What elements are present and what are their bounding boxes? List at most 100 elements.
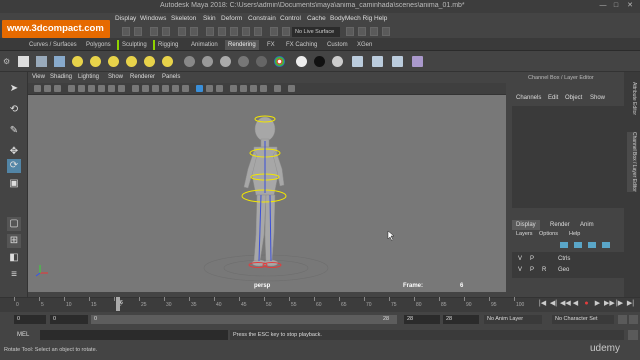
menu-control[interactable]: Control bbox=[280, 15, 301, 22]
cb-menu-show[interactable]: Show bbox=[590, 95, 605, 101]
tab-anim-layers[interactable]: Anim bbox=[576, 220, 598, 230]
go-to-start-icon[interactable]: |◀ bbox=[538, 299, 547, 308]
channel-box-area[interactable] bbox=[512, 106, 624, 208]
isolate-select-icon[interactable] bbox=[274, 85, 281, 92]
menu-constrain[interactable]: Constrain bbox=[248, 15, 276, 22]
select-mode-icon[interactable] bbox=[122, 27, 130, 36]
smooth-shade-icon[interactable] bbox=[142, 85, 149, 92]
command-input[interactable] bbox=[40, 330, 228, 340]
menu-skeleton[interactable]: Skeleton bbox=[171, 15, 196, 22]
new-layer-selected-icon[interactable] bbox=[602, 242, 610, 248]
layout-outliner-icon[interactable]: ◧ bbox=[7, 251, 21, 265]
step-forward-frame-icon[interactable]: ▶▶ bbox=[604, 299, 615, 308]
layer-row[interactable]: V P Ctrls bbox=[512, 254, 624, 265]
use-background-icon[interactable] bbox=[314, 56, 325, 67]
surface-shader-icon[interactable] bbox=[296, 56, 307, 67]
move-tool-icon[interactable]: ✥ bbox=[7, 145, 21, 159]
menu-deform[interactable]: Deform bbox=[221, 15, 242, 22]
panel-menu-view[interactable]: View bbox=[32, 74, 45, 80]
assign-favorite-icon[interactable] bbox=[372, 56, 383, 67]
tab-rigging[interactable]: Rigging bbox=[153, 40, 181, 50]
textured-icon[interactable] bbox=[162, 85, 169, 92]
layer-row[interactable]: V P R Geo bbox=[512, 265, 624, 276]
menu-cache[interactable]: Cache bbox=[307, 15, 326, 22]
wireframe-icon[interactable] bbox=[132, 85, 139, 92]
tab-channel-box[interactable]: Channel Box / Layer Editor bbox=[627, 132, 637, 192]
key-icon[interactable] bbox=[618, 315, 627, 324]
hypershade-shelf-icon[interactable] bbox=[392, 56, 403, 67]
scene-end-field[interactable]: 28 bbox=[443, 315, 479, 324]
hypershade-icon[interactable] bbox=[382, 27, 390, 36]
safe-action-icon[interactable] bbox=[118, 85, 125, 92]
tab-attribute-editor[interactable]: Attribute Editor bbox=[627, 82, 637, 115]
select-tool-icon[interactable]: ➤ bbox=[7, 82, 21, 96]
assign-material-icon[interactable] bbox=[352, 56, 363, 67]
snap-point-icon[interactable] bbox=[230, 27, 238, 36]
shelf-menu-icon[interactable]: ⚙ bbox=[3, 57, 10, 66]
menu-bodymech-rig[interactable]: BodyMech Rig bbox=[330, 15, 372, 22]
xray-joints-icon[interactable] bbox=[206, 85, 213, 92]
minimize-icon[interactable]: — bbox=[598, 2, 608, 10]
step-forward-key-icon[interactable]: |▶ bbox=[615, 299, 624, 308]
time-ruler[interactable]: 0510152025303540455055606570758085909510… bbox=[14, 297, 534, 312]
playback-start-field[interactable]: 0 bbox=[50, 315, 88, 324]
xray-active-icon[interactable] bbox=[216, 85, 223, 92]
tab-fx-caching[interactable]: FX Caching bbox=[283, 40, 320, 50]
close-icon[interactable]: ✕ bbox=[625, 2, 635, 10]
panel-menu-show[interactable]: Show bbox=[108, 74, 123, 80]
script-editor-icon[interactable] bbox=[628, 330, 638, 340]
panel-menu-renderer[interactable]: Renderer bbox=[130, 74, 155, 80]
render-icon[interactable] bbox=[346, 27, 354, 36]
directional-light-icon[interactable] bbox=[90, 56, 101, 67]
render-settings-icon[interactable] bbox=[370, 27, 378, 36]
scene-start-field[interactable]: 0 bbox=[14, 315, 46, 324]
gate-mask-icon[interactable] bbox=[98, 85, 105, 92]
layout-single-icon[interactable]: ▢ bbox=[7, 217, 21, 231]
tab-polygons[interactable]: Polygons bbox=[83, 40, 114, 50]
layout-four-icon[interactable]: ⊞ bbox=[7, 234, 21, 248]
tab-xgen[interactable]: XGen bbox=[354, 40, 375, 50]
mask-icon[interactable] bbox=[190, 27, 198, 36]
anisotropic-icon[interactable] bbox=[256, 56, 267, 67]
camera-attr-icon[interactable] bbox=[34, 85, 41, 92]
panel-menu-shading[interactable]: Shading bbox=[50, 74, 72, 80]
wireframe-on-shaded-icon[interactable] bbox=[152, 85, 159, 92]
layer-move-up-icon[interactable] bbox=[560, 242, 568, 248]
new-layer-icon[interactable] bbox=[588, 242, 596, 248]
tab-animation[interactable]: Animation bbox=[188, 40, 221, 50]
volume-light-icon[interactable] bbox=[162, 56, 173, 67]
motion-blur-icon[interactable] bbox=[240, 85, 247, 92]
layout-graph-icon[interactable]: ≡ bbox=[7, 268, 21, 282]
play-backward-icon[interactable]: ◀ bbox=[571, 299, 580, 308]
lambert-icon[interactable] bbox=[184, 56, 195, 67]
layer-visibility[interactable]: V bbox=[518, 256, 522, 262]
snap-live-icon[interactable] bbox=[254, 27, 262, 36]
character-set-dropdown[interactable]: No Character Set bbox=[552, 315, 614, 324]
menu-display[interactable]: Display bbox=[115, 15, 136, 22]
tab-rendering[interactable]: Rendering bbox=[225, 40, 259, 50]
camera-aim-up-icon[interactable] bbox=[54, 56, 65, 67]
snap-curve-icon[interactable] bbox=[218, 27, 226, 36]
menu-windows[interactable]: Windows bbox=[140, 15, 166, 22]
viewport-persp[interactable]: persp Frame: 6 bbox=[28, 95, 506, 292]
anti-aliasing-icon[interactable] bbox=[250, 85, 257, 92]
image-plane-icon[interactable] bbox=[54, 85, 61, 92]
layer-menu-layers[interactable]: Layers bbox=[516, 231, 533, 237]
scale-tool-icon[interactable]: ▣ bbox=[7, 177, 21, 191]
cb-menu-object[interactable]: Object bbox=[565, 95, 582, 101]
tab-display-layers[interactable]: Display bbox=[512, 220, 540, 230]
field-chart-icon[interactable] bbox=[108, 85, 115, 92]
area-light-icon[interactable] bbox=[144, 56, 155, 67]
layer-menu-help[interactable]: Help bbox=[569, 231, 580, 237]
render-view-icon[interactable] bbox=[412, 56, 423, 67]
shadows-icon[interactable] bbox=[182, 85, 189, 92]
step-back-frame-icon[interactable]: ◀◀ bbox=[560, 299, 571, 308]
spot-light-icon[interactable] bbox=[126, 56, 137, 67]
ambient-light-icon[interactable] bbox=[72, 56, 83, 67]
bookmark-icon[interactable] bbox=[44, 85, 51, 92]
rotate-tool-icon[interactable]: ⟳ bbox=[7, 159, 21, 173]
layer-reference[interactable]: R bbox=[542, 267, 546, 273]
snap-grid-icon[interactable] bbox=[206, 27, 214, 36]
ipr-icon[interactable] bbox=[358, 27, 366, 36]
live-surface-field[interactable]: No Live Surface bbox=[292, 27, 340, 37]
